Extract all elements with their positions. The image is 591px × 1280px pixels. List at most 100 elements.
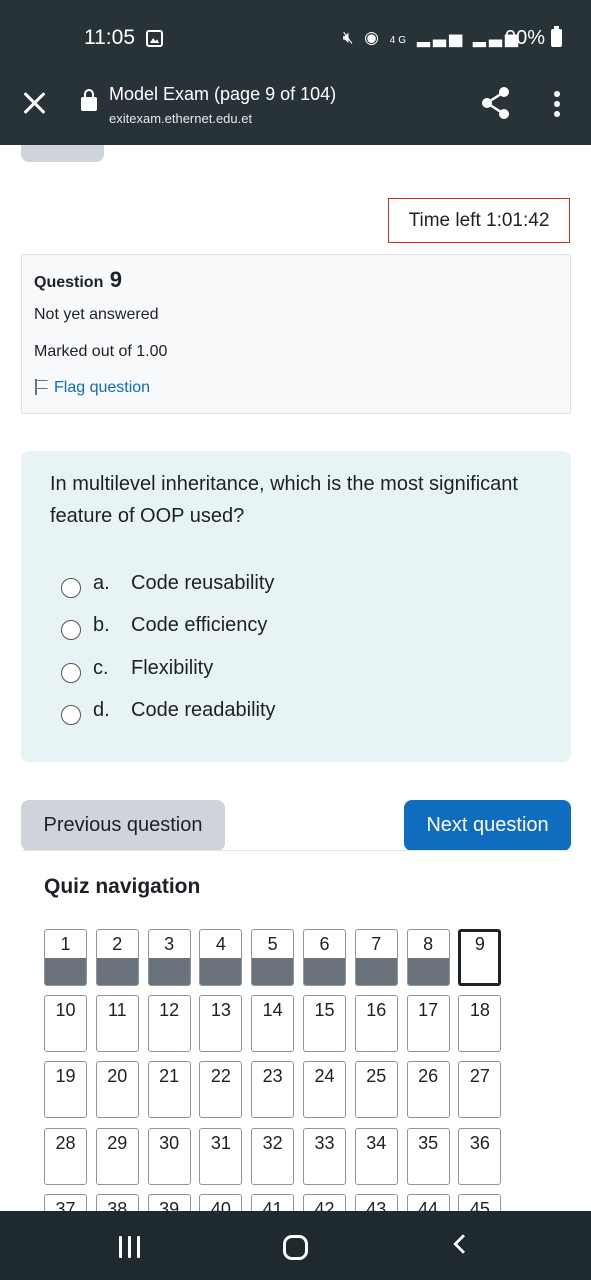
home-icon[interactable] [283,1235,308,1260]
quiz-nav-button[interactable]: 36 [458,1127,502,1185]
answered-indicator [407,958,449,985]
quiz-nav-number: 24 [314,1066,335,1087]
quiz-nav-number: 6 [319,934,330,954]
quiz-nav-button[interactable]: 31 [199,1127,243,1185]
radio-button[interactable] [61,620,81,640]
answered-indicator [148,958,190,985]
quiz-nav-button[interactable]: 6 [303,929,346,986]
more-options-icon[interactable] [551,91,563,117]
quiz-nav-button[interactable]: 20 [95,1061,139,1119]
question-text: In multilevel inheritance, which is the … [50,473,518,527]
quiz-nav-button[interactable]: 9 [458,929,502,986]
quiz-nav-button[interactable]: 34 [354,1127,398,1185]
quiz-nav-number: 9 [474,934,485,954]
page-content: Time left 1:01:42 Question 9 Not yet ans… [0,145,591,1211]
answer-text: Flexibility [131,657,214,679]
recent-apps-icon[interactable] [119,1236,143,1258]
quiz-nav-button[interactable]: 29 [95,1127,139,1185]
radio-button[interactable] [61,705,81,725]
answer-letter: c. [93,657,109,679]
previous-question-button[interactable]: Previous question [21,800,225,851]
quiz-nav-button[interactable]: 11 [95,995,139,1053]
quiz-nav-button[interactable]: 22 [199,1061,243,1119]
quiz-nav-button[interactable]: 23 [251,1061,295,1119]
quiz-nav-button[interactable]: 12 [147,995,191,1053]
answered-indicator [200,958,242,985]
quiz-nav-button[interactable]: 7 [354,929,398,986]
quiz-nav-button[interactable]: 15 [303,995,346,1053]
quiz-nav-number: 42 [314,1198,335,1211]
quiz-nav-button[interactable]: 32 [251,1127,295,1185]
quiz-nav-button[interactable]: 5 [251,929,295,986]
quiz-nav-button[interactable]: 26 [406,1061,450,1119]
quiz-nav-button[interactable]: 10 [44,995,87,1053]
quiz-nav-number: 12 [159,1000,180,1021]
quiz-nav-button[interactable]: 13 [199,995,243,1053]
flag-label: Flag question [54,379,151,396]
quiz-nav-button[interactable]: 37 [44,1193,87,1211]
quiz-nav-button[interactable]: 16 [354,995,398,1053]
quiz-nav-button[interactable]: 44 [406,1193,450,1211]
battery-icon [551,26,562,47]
flag-icon [34,379,48,395]
quiz-nav-number: 32 [262,1132,283,1153]
hotspot-icon: ◉ [364,28,383,47]
quiz-nav-button[interactable]: 18 [458,995,502,1053]
radio-button[interactable] [61,663,81,683]
quiz-nav-button[interactable]: 14 [251,995,295,1053]
quiz-nav-button[interactable]: 8 [406,929,450,986]
quiz-nav-number: 10 [55,1000,76,1021]
answered-indicator [45,958,86,985]
quiz-nav-button[interactable]: 1 [44,929,87,986]
quiz-nav-number: 7 [371,934,382,954]
quiz-nav-button[interactable]: 35 [406,1127,450,1185]
quiz-nav-button[interactable]: 39 [147,1193,191,1211]
quiz-nav-number: 25 [366,1066,387,1087]
quiz-nav-number: 1 [60,934,71,954]
answer-letter: d. [93,699,110,721]
quiz-nav-number: 2 [112,934,123,954]
photo-icon [146,30,163,47]
question-content: In multilevel inheritance, which is the … [21,451,571,762]
back-icon[interactable] [453,1234,473,1254]
scrolled-button-stub[interactable] [21,145,104,162]
radio-button[interactable] [61,578,81,598]
quiz-nav-button[interactable]: 27 [458,1061,502,1119]
quiz-nav-button[interactable]: 33 [303,1127,346,1185]
quiz-nav-button[interactable]: 24 [303,1061,346,1119]
quiz-nav-button[interactable]: 42 [303,1193,346,1211]
status-time: 11:05 [84,26,135,49]
close-icon[interactable] [20,89,48,117]
flag-question-link[interactable]: Flag question [34,379,150,397]
quiz-nav-button[interactable]: 30 [147,1127,191,1185]
quiz-nav-number: 8 [423,934,434,954]
status-bar: 11:05 🔇︎ ◉ 4G ▂▃▅ ▂▃▅ 90% [0,0,591,73]
quiz-nav-button[interactable]: 4 [199,929,243,986]
quiz-nav-number: 36 [469,1132,490,1153]
quiz-nav-button[interactable]: 25 [354,1061,398,1119]
quiz-nav-number: 19 [55,1066,76,1087]
quiz-nav-button[interactable]: 3 [147,929,191,986]
quiz-nav-button[interactable]: 2 [95,929,139,986]
quiz-nav-button[interactable]: 19 [44,1061,87,1119]
quiz-nav-number: 21 [159,1066,180,1087]
next-question-button[interactable]: Next question [404,800,571,851]
quiz-nav-button[interactable]: 21 [147,1061,191,1119]
quiz-nav-number: 29 [107,1132,128,1153]
quiz-nav-button[interactable]: 41 [251,1193,295,1211]
quiz-nav-button[interactable]: 28 [44,1127,87,1185]
quiz-nav-button[interactable]: 17 [406,995,450,1053]
quiz-nav-number: 44 [418,1198,439,1211]
quiz-nav-number: 37 [55,1198,76,1211]
question-number: Question 9 [34,267,122,293]
quiz-nav-button[interactable]: 43 [354,1193,398,1211]
quiz-nav-button[interactable]: 40 [199,1193,243,1211]
quiz-nav-number: 31 [210,1132,231,1153]
quiz-nav-button[interactable]: 45 [458,1193,502,1211]
share-icon[interactable] [480,85,512,121]
divider [21,850,571,851]
answer-letter: a. [93,572,110,594]
quiz-nav-button[interactable]: 38 [95,1193,139,1211]
quiz-nav-number: 33 [314,1132,335,1153]
answer-text: Code efficiency [131,614,268,636]
